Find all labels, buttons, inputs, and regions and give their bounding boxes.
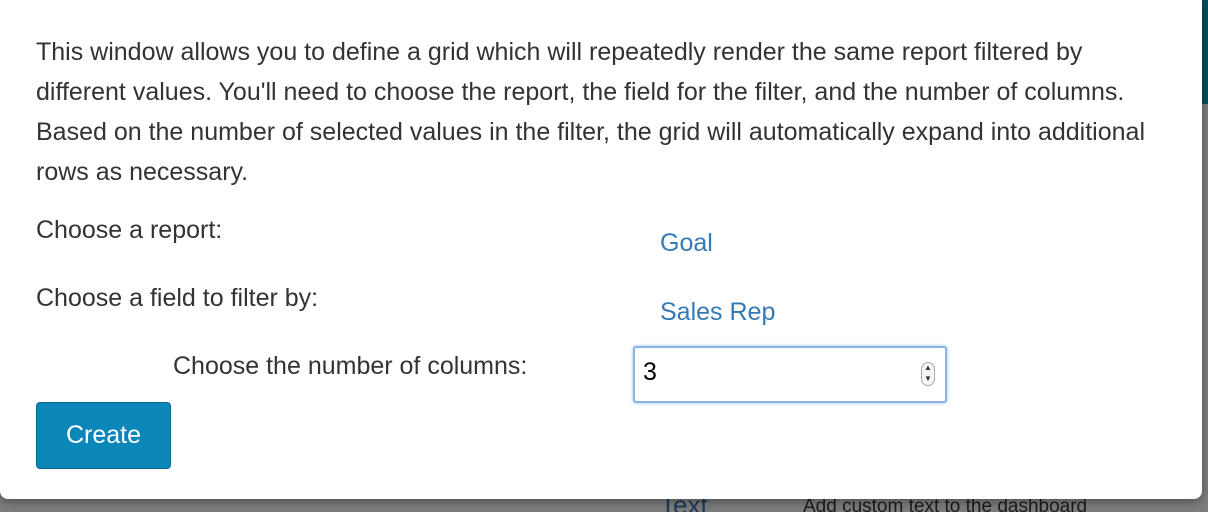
columns-number-input[interactable]: ▲ ▼: [633, 346, 947, 403]
create-button[interactable]: Create: [36, 402, 171, 469]
report-label: Choose a report:: [36, 216, 223, 244]
report-select-link[interactable]: Goal: [660, 229, 713, 258]
spinner-up-icon[interactable]: ▲: [922, 363, 934, 374]
columns-label: Choose the number of columns:: [173, 352, 528, 380]
number-spinner[interactable]: ▲ ▼: [921, 362, 935, 386]
spinner-down-icon[interactable]: ▼: [922, 374, 934, 385]
grid-dialog: This window allows you to define a grid …: [0, 0, 1202, 499]
filter-field-select-link[interactable]: Sales Rep: [660, 298, 775, 327]
dialog-intro-text: This window allows you to define a grid …: [36, 38, 1145, 186]
columns-number-field[interactable]: [643, 358, 903, 387]
filter-field-label: Choose a field to filter by:: [36, 284, 319, 312]
